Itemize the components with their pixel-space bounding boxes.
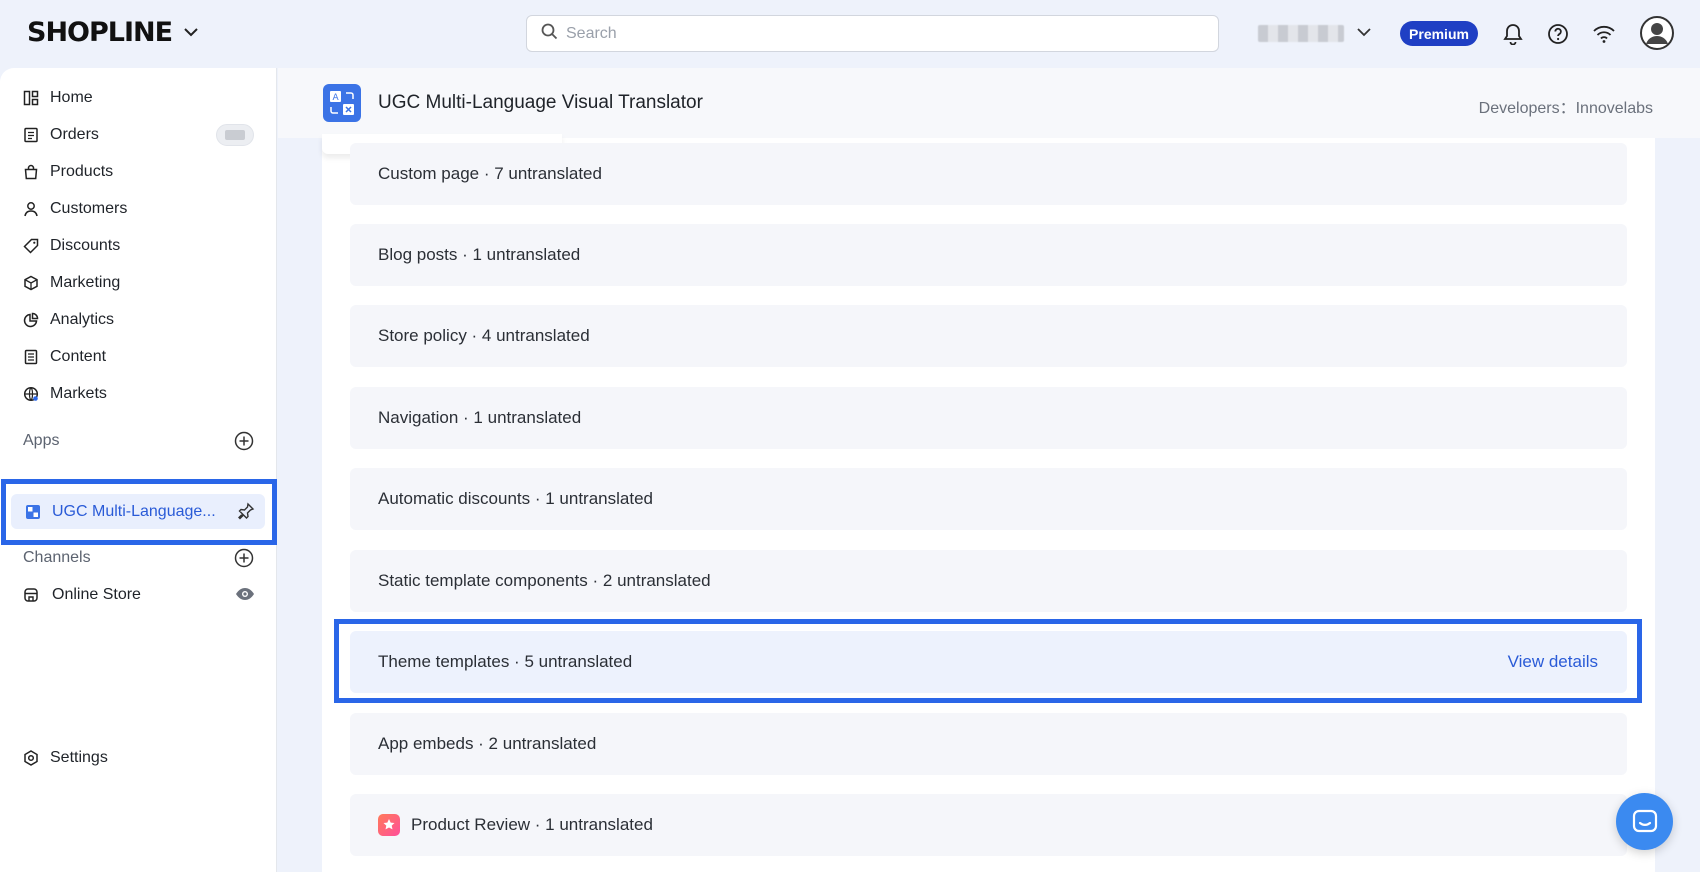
resource-row-label: Navigation · 1 untranslated bbox=[378, 408, 582, 427]
products-icon bbox=[22, 163, 40, 181]
search-input[interactable] bbox=[566, 24, 1186, 43]
sidebar-item-label: Customers bbox=[50, 200, 128, 217]
sidebar-item-content[interactable]: Content bbox=[22, 342, 106, 372]
translate-app-icon bbox=[24, 503, 42, 521]
help-icon[interactable] bbox=[1546, 22, 1570, 46]
search-icon bbox=[541, 23, 558, 45]
developers-label: Developers：Innovelabs bbox=[1478, 100, 1653, 117]
resource-row-label: Store policy · 4 untranslated bbox=[378, 326, 590, 345]
store-chevron-down-icon[interactable] bbox=[1357, 24, 1371, 42]
wifi-icon[interactable] bbox=[1592, 22, 1616, 46]
resource-row-label: Product Review · 1 untranslated bbox=[411, 815, 653, 834]
translate-app-logo-icon: A bbox=[323, 84, 361, 122]
sidebar-item-label: Content bbox=[50, 348, 107, 365]
sidebar-item-orders[interactable]: Orders bbox=[22, 120, 99, 150]
resource-row[interactable]: App embeds · 2 untranslated bbox=[350, 713, 1627, 775]
orders-count-badge-redacted bbox=[216, 124, 254, 146]
eye-icon[interactable] bbox=[234, 583, 256, 605]
resource-row-label: App embeds · 2 untranslated bbox=[378, 734, 597, 753]
sidebar-item-settings[interactable]: Settings bbox=[22, 743, 108, 773]
resource-row[interactable]: Custom page · 7 untranslated bbox=[350, 143, 1627, 205]
chevron-down-icon[interactable] bbox=[182, 24, 200, 42]
resource-row[interactable]: Static template components · 2 untransla… bbox=[350, 550, 1627, 612]
pin-icon[interactable] bbox=[237, 502, 255, 525]
svg-text:A: A bbox=[333, 93, 340, 103]
sidebar-item-markets[interactable]: Markets bbox=[22, 379, 107, 409]
sidebar-item-label: Orders bbox=[50, 126, 99, 143]
resource-row[interactable]: Blog posts · 1 untranslated bbox=[350, 224, 1627, 286]
sidebar-item-label: Products bbox=[50, 163, 114, 180]
store-name-redacted[interactable] bbox=[1258, 25, 1344, 42]
sidebar-item-ugc-app[interactable]: UGC Multi-Language... bbox=[11, 494, 265, 529]
theme-templates-highlight-frame bbox=[334, 619, 1642, 703]
resource-row[interactable]: Navigation · 1 untranslated bbox=[350, 387, 1627, 449]
sidebar-item-products[interactable]: Products bbox=[22, 157, 113, 187]
sidebar-item-home[interactable]: Home bbox=[22, 83, 93, 113]
discounts-icon bbox=[22, 237, 40, 255]
sidebar-item-online-store[interactable]: Online Store bbox=[22, 580, 141, 610]
sidebar-item-label: Home bbox=[50, 89, 93, 106]
top-bar: SHOPLINE Premium bbox=[0, 0, 1700, 68]
sidebar-item-analytics[interactable]: Analytics bbox=[22, 305, 114, 335]
settings-icon bbox=[22, 749, 40, 767]
premium-badge[interactable]: Premium bbox=[1400, 21, 1478, 46]
resource-row-label: Blog posts · 1 untranslated bbox=[378, 245, 581, 264]
search-box[interactable] bbox=[526, 15, 1219, 52]
add-app-plus-icon[interactable] bbox=[233, 430, 255, 452]
sidebar-item-customers[interactable]: Customers bbox=[22, 194, 127, 224]
apps-section-label: Apps bbox=[23, 432, 60, 449]
shopline-logo[interactable]: SHOPLINE bbox=[27, 17, 200, 48]
sidebar-item-marketing[interactable]: Marketing bbox=[22, 268, 120, 298]
store-icon bbox=[22, 586, 40, 604]
bell-icon[interactable] bbox=[1501, 22, 1525, 46]
sidebar-item-discounts[interactable]: Discounts bbox=[22, 231, 120, 261]
sidebar-item-label: Discounts bbox=[50, 237, 121, 254]
resource-row[interactable]: Store policy · 4 untranslated bbox=[350, 305, 1627, 367]
active-app-label: UGC Multi-Language... bbox=[52, 502, 216, 520]
resource-row-label: Custom page · 7 untranslated bbox=[378, 164, 602, 183]
sidebar-item-label: Marketing bbox=[50, 274, 121, 291]
content-icon bbox=[22, 348, 40, 366]
avatar-icon[interactable] bbox=[1640, 16, 1674, 50]
chat-support-icon[interactable] bbox=[1616, 793, 1673, 850]
analytics-icon bbox=[22, 311, 40, 329]
resource-row-label: Automatic discounts · 1 untranslated bbox=[378, 489, 653, 508]
customers-icon bbox=[22, 200, 40, 218]
home-icon bbox=[22, 89, 40, 107]
sidebar-item-label: Markets bbox=[50, 385, 107, 402]
marketing-icon bbox=[22, 274, 40, 292]
markets-icon bbox=[22, 385, 40, 403]
resource-row[interactable]: Product Review · 1 untranslated bbox=[350, 794, 1627, 856]
sidebar-item-label: Online Store bbox=[52, 586, 141, 603]
channels-section-label: Channels bbox=[23, 549, 91, 566]
sidebar-item-label: Analytics bbox=[50, 311, 115, 328]
add-channel-plus-icon[interactable] bbox=[233, 547, 255, 569]
resource-row[interactable]: Automatic discounts · 1 untranslated bbox=[350, 468, 1627, 530]
logo-text: SHOPLINE bbox=[27, 17, 173, 48]
resource-row-label: Static template components · 2 untransla… bbox=[378, 571, 711, 590]
orders-icon bbox=[22, 126, 40, 144]
sidebar-item-label: Settings bbox=[50, 749, 108, 766]
product-review-app-icon bbox=[378, 814, 400, 836]
page-title: UGC Multi-Language Visual Translator bbox=[378, 92, 703, 113]
